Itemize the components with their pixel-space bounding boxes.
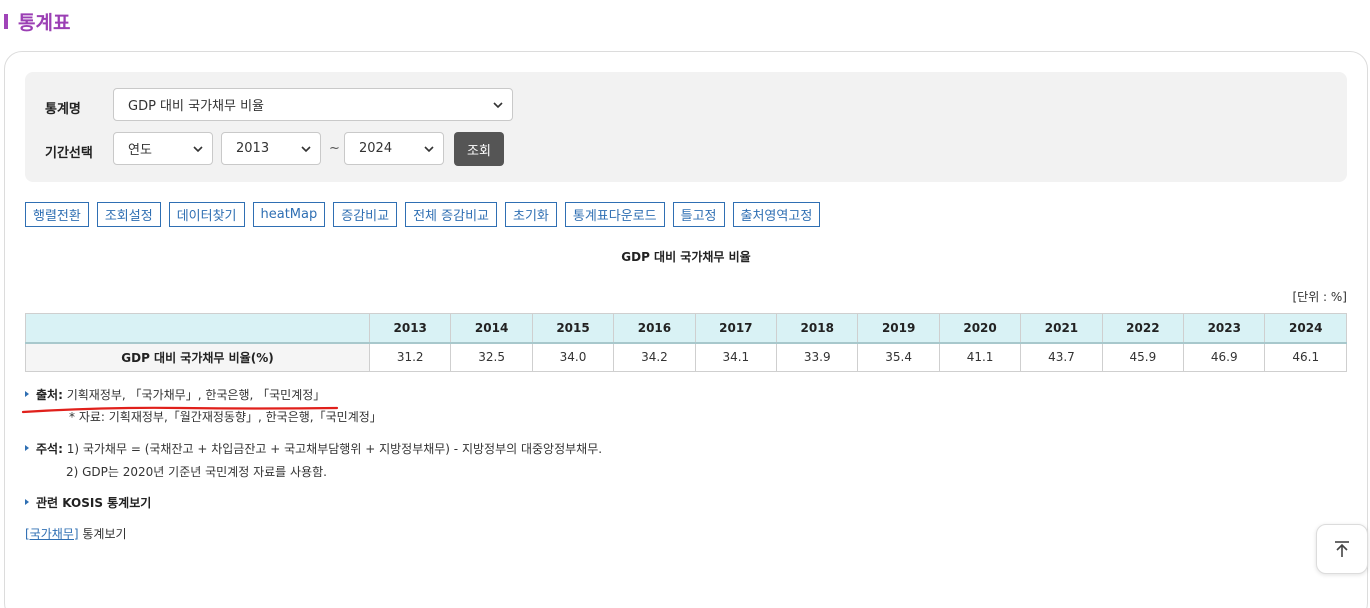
table-cell[interactable]: 33.9 xyxy=(776,342,859,372)
table-cell[interactable]: 34.1 xyxy=(694,342,778,372)
national-debt-link[interactable]: [국가채무] xyxy=(25,527,79,541)
source-note: 출처: 기획재정부, 「국가채무」, 한국은행, 「국민계정」 xyxy=(25,386,325,403)
arrow-up-icon xyxy=(1335,541,1349,557)
year-header: 2013 xyxy=(368,313,452,344)
stat-name-value: GDP 대비 국가채무 비율 xyxy=(128,99,265,114)
year-header: 2014 xyxy=(450,313,533,344)
heatmap-button[interactable]: heatMap xyxy=(252,202,326,227)
chevron-down-icon xyxy=(493,102,503,109)
row-label: GDP 대비 국가채무 비율(%) xyxy=(25,342,370,372)
source-label: 출처: xyxy=(36,388,63,402)
year-header: 2017 xyxy=(694,313,778,344)
corner-cell xyxy=(25,313,370,344)
remark-line-1: 1) 국가채무 = (국채잔고 + 차입금잔고 + 국고채부담행위 + 지방정부… xyxy=(66,442,603,456)
page-title-block: 통계표 xyxy=(4,8,70,34)
remark-line-2: 2) GDP는 2020년 기준년 국민계정 자료를 사용함. xyxy=(66,465,327,479)
toolbar: 행렬전환 조회설정 데이터찾기 heatMap 증감비교 전체 증감비교 초기화… xyxy=(25,202,828,227)
start-year-select[interactable]: 2013 xyxy=(221,132,321,165)
pin-source-area-button[interactable]: 출처영역고정 xyxy=(732,202,821,227)
chevron-down-icon xyxy=(193,146,203,153)
year-header: 2018 xyxy=(776,313,859,344)
freeze-frame-button[interactable]: 틀고정 xyxy=(672,202,725,227)
transpose-button[interactable]: 행렬전환 xyxy=(25,202,89,227)
year-header: 2020 xyxy=(938,313,1022,344)
source-text: 기획재정부, 「국가채무」, 한국은행, 「국민계정」 xyxy=(66,388,326,402)
related-label: 관련 KOSIS 통계보기 xyxy=(36,496,152,510)
start-year-value: 2013 xyxy=(236,141,270,156)
year-header: 2019 xyxy=(857,313,940,344)
year-header: 2024 xyxy=(1264,313,1347,344)
remark-label: 주석: xyxy=(36,442,63,456)
table-cell[interactable]: 45.9 xyxy=(1101,342,1185,372)
search-button[interactable]: 조회 xyxy=(454,132,504,166)
period-separator: ~ xyxy=(329,141,340,156)
related-link-suffix: 통계보기 xyxy=(82,527,127,541)
table-row: GDP 대비 국가채무 비율(%) 31.2 32.5 34.0 34.2 34… xyxy=(25,342,1347,372)
compare-all-change-button[interactable]: 전체 증감비교 xyxy=(405,202,497,227)
chevron-down-icon xyxy=(301,146,311,153)
table-cell[interactable]: 34.0 xyxy=(531,342,615,372)
query-settings-button[interactable]: 조회설정 xyxy=(96,202,161,227)
search-box: 통계명 GDP 대비 국가채무 비율 기간선택 연도 2013 ~ 2024 조… xyxy=(25,72,1347,182)
download-table-button[interactable]: 통계표다운로드 xyxy=(564,202,665,227)
title-accent-bar xyxy=(4,13,8,29)
compare-change-button[interactable]: 증감비교 xyxy=(333,202,398,227)
end-year-value: 2024 xyxy=(359,141,393,156)
related-link-row: [국가채무] 통계보기 xyxy=(25,525,127,542)
stats-table: 2013 2014 2015 2016 2017 2018 2019 2020 … xyxy=(25,313,1347,372)
year-header: 2023 xyxy=(1183,313,1266,344)
find-data-button[interactable]: 데이터찾기 xyxy=(168,202,245,227)
table-cell[interactable]: 35.4 xyxy=(857,342,940,372)
table-cell[interactable]: 34.2 xyxy=(613,342,696,372)
stat-name-select[interactable]: GDP 대비 국가채무 비율 xyxy=(113,88,513,121)
period-label: 기간선택 xyxy=(45,146,93,161)
end-year-select[interactable]: 2024 xyxy=(344,132,444,165)
scroll-to-top-button[interactable] xyxy=(1316,524,1368,574)
stat-name-label: 통계명 xyxy=(45,102,81,117)
year-header: 2021 xyxy=(1020,313,1103,344)
page-title: 통계표 xyxy=(18,11,71,34)
reset-button[interactable]: 초기화 xyxy=(505,202,557,227)
period-type-value: 연도 xyxy=(128,143,152,158)
source-sub-note: * 자료: 기획재정부,「월간재정동향」, 한국은행,「국민계정」 xyxy=(69,410,382,424)
table-cell[interactable]: 32.5 xyxy=(450,342,533,372)
related-stats-note: 관련 KOSIS 통계보기 xyxy=(25,494,151,511)
table-cell[interactable]: 43.7 xyxy=(1020,342,1103,372)
bullet-triangle-icon xyxy=(25,391,29,397)
bullet-triangle-icon xyxy=(25,445,29,451)
table-cell[interactable]: 46.1 xyxy=(1264,342,1347,372)
remark-note: 주석: 1) 국가채무 = (국채잔고 + 차입금잔고 + 국고채부담행위 + … xyxy=(25,440,602,457)
table-header-row: 2013 2014 2015 2016 2017 2018 2019 2020 … xyxy=(25,313,1347,344)
table-title: GDP 대비 국가채무 비율 xyxy=(621,250,751,264)
stats-panel: 통계명 GDP 대비 국가채무 비율 기간선택 연도 2013 ~ 2024 조… xyxy=(4,51,1368,608)
unit-label: [단위 : %] xyxy=(1292,290,1347,304)
table-cell[interactable]: 41.1 xyxy=(938,342,1022,372)
table-cell[interactable]: 31.2 xyxy=(368,342,452,372)
period-type-select[interactable]: 연도 xyxy=(113,132,213,165)
bullet-triangle-icon xyxy=(25,499,29,505)
year-header: 2022 xyxy=(1101,313,1185,344)
table-cell[interactable]: 46.9 xyxy=(1183,342,1266,372)
chevron-down-icon xyxy=(424,146,434,153)
year-header: 2016 xyxy=(613,313,696,344)
year-header: 2015 xyxy=(531,313,615,344)
